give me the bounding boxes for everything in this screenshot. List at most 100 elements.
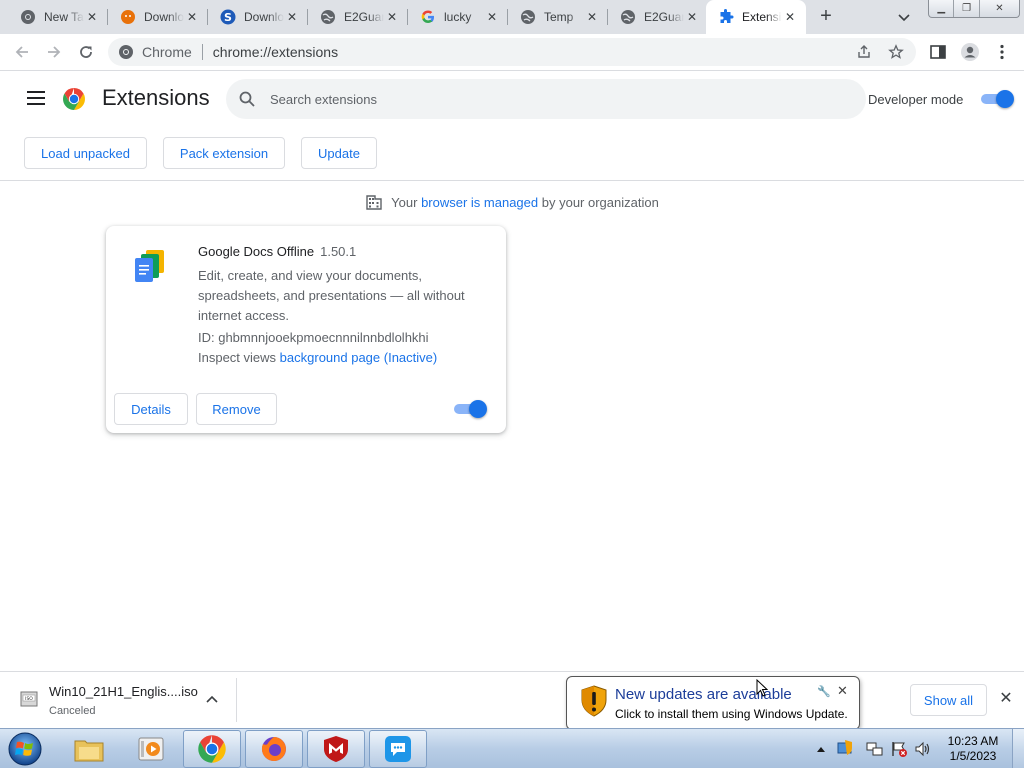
fox-icon [121,10,135,24]
media-player-icon [138,737,164,761]
back-arrow-icon[interactable] [12,42,32,62]
url-text: chrome://extensions [212,44,339,60]
profile-avatar-icon[interactable] [960,42,980,62]
close-icon[interactable]: ✕ [837,683,848,699]
tray-expand-icon[interactable] [816,745,826,753]
wrench-icon[interactable]: 🔧 [817,685,831,698]
extension-name-row: Google Docs Offline 1.50.1 [198,244,356,259]
tab-extensions[interactable]: Extensions ✕ [706,0,806,34]
address-bar[interactable]: Chrome chrome://extensions [108,38,916,66]
maximize-button[interactable]: ❐ [954,0,980,17]
taskbar-clock[interactable]: 10:23 AM 1/5/2023 [942,734,1004,764]
tab-strip: New Tab ✕ Download ✕ S Download ✕ E2Guar… [0,0,1024,34]
side-panel-icon[interactable] [928,42,948,62]
taskbar-chrome[interactable] [183,730,241,768]
share-icon[interactable] [856,44,872,60]
chrome-logo-icon [63,88,85,110]
tab-title: lucky [444,10,472,24]
windows-start-icon[interactable] [2,730,48,768]
reload-icon[interactable] [76,42,96,62]
star-icon[interactable] [888,44,904,60]
pack-extension-button[interactable]: Pack extension [163,137,285,169]
close-window-button[interactable]: ✕ [980,0,1019,17]
download-separator [236,678,237,722]
remove-button[interactable]: Remove [196,393,277,425]
taskbar-chat-app[interactable] [369,730,427,768]
tab-title: E2Guardian [644,10,684,24]
show-desktop-button[interactable] [1012,729,1024,768]
tab-e2guardian-1[interactable]: E2Guardian ✕ [308,0,408,34]
windows-update-tray-icon[interactable] [836,739,854,757]
tab-download-2[interactable]: S Download ✕ [208,0,308,34]
site-chip: Chrome [142,44,192,60]
svg-text:S: S [224,11,232,24]
tab-title: Download [144,10,184,24]
extension-description: Edit, create, and view your documents, s… [198,268,465,323]
inspect-views-row: Inspect views background page (Inactive) [198,350,437,365]
download-shelf: ISO Win10_21H1_Englis....iso Canceled Sh… [0,671,1024,728]
close-icon[interactable]: ✕ [184,9,200,25]
search-icon [239,91,255,107]
system-tray [812,729,942,768]
chip-divider [201,44,203,60]
tab-title: Temp [544,10,574,24]
kebab-menu-icon[interactable] [992,42,1012,62]
show-all-button[interactable]: Show all [910,684,987,716]
minimize-button[interactable]: ▁ [929,0,955,17]
forward-arrow-icon[interactable] [44,42,64,62]
close-icon[interactable]: ✕ [782,9,798,25]
download-filename[interactable]: Win10_21H1_Englis....iso [49,684,198,699]
action-center-flag-icon[interactable] [890,740,908,758]
load-unpacked-button[interactable]: Load unpacked [24,137,147,169]
tab-download-1[interactable]: Download ✕ [108,0,208,34]
taskbar-mcafee[interactable] [307,730,365,768]
hamburger-menu-icon[interactable] [27,91,45,105]
chevron-up-icon[interactable] [204,692,220,708]
mcafee-shield-icon [324,736,348,762]
extensions-header: Extensions Developer mode [0,71,1024,127]
clock-time: 10:23 AM [947,734,999,748]
iso-file-icon: ISO [20,691,38,707]
close-icon[interactable]: ✕ [484,9,500,25]
tab-title: New Tab [44,10,84,24]
browser-managed-link[interactable]: browser is managed [421,195,538,210]
chat-bubble-icon [385,736,411,762]
google-g-icon [421,10,434,23]
volume-icon[interactable] [914,740,932,758]
svg-text:ISO: ISO [25,696,33,702]
managed-prefix: Your [391,194,418,210]
close-icon[interactable]: ✕ [84,9,100,25]
tab-lucky[interactable]: lucky ✕ [408,0,508,34]
tab-e2guardian-2[interactable]: E2Guardian ✕ [608,0,708,34]
chevron-down-icon[interactable] [893,7,915,27]
details-button[interactable]: Details [114,393,188,425]
extension-version: 1.50.1 [320,244,357,259]
new-tab-button[interactable]: + [814,5,838,29]
warning-shield-icon [581,685,607,717]
inspect-views-label: Inspect views [198,350,277,365]
taskbar-explorer[interactable] [60,730,118,768]
extension-enable-toggle[interactable] [454,400,487,418]
windows-update-balloon[interactable]: New updates are available Click to insta… [566,676,860,743]
chrome-icon [119,45,133,59]
taskbar-media-player[interactable] [122,730,180,768]
developer-action-bar: Load unpacked Pack extension Update [0,127,1024,181]
close-icon[interactable]: ✕ [284,9,300,25]
extension-card: Google Docs Offline 1.50.1 Edit, create, … [106,226,506,433]
network-icon[interactable] [866,740,884,758]
taskbar-firefox[interactable] [245,730,303,768]
tab-title: E2Guardian [344,10,384,24]
close-icon[interactable]: ✕ [998,691,1014,707]
background-page-link[interactable]: background page (Inactive) [280,350,438,365]
close-icon[interactable]: ✕ [384,9,400,25]
developer-mode-toggle[interactable] [981,90,1014,108]
search-input[interactable] [270,91,830,107]
tab-new-tab[interactable]: New Tab ✕ [8,0,108,34]
chrome-icon [21,10,35,24]
browser-toolbar: Chrome chrome://extensions [0,34,1024,71]
tab-temp[interactable]: Temp ✕ [508,0,608,34]
firefox-icon [261,737,286,761]
close-icon[interactable]: ✕ [684,9,700,25]
close-icon[interactable]: ✕ [584,9,600,25]
update-button[interactable]: Update [301,137,377,169]
